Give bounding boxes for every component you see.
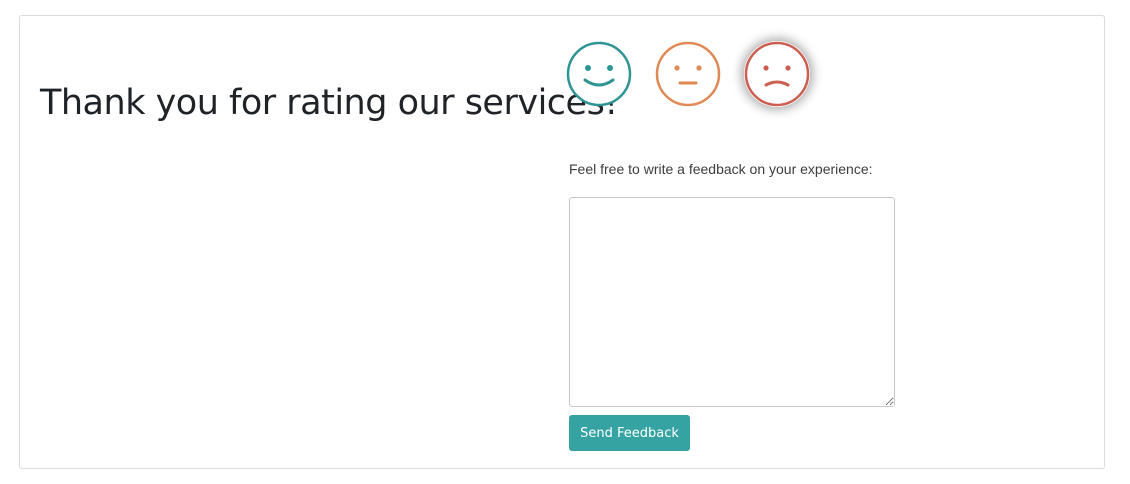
happy-face-icon xyxy=(566,41,632,107)
rating-neutral-button[interactable] xyxy=(655,41,721,107)
rating-sad-button[interactable] xyxy=(744,41,810,107)
feedback-textarea[interactable] xyxy=(569,197,895,407)
send-feedback-button[interactable]: Send Feedback xyxy=(569,415,690,451)
feedback-prompt: Feel free to write a feedback on your ex… xyxy=(569,161,873,177)
page-title: Thank you for rating our services! xyxy=(40,83,618,123)
neutral-face-icon xyxy=(655,41,721,107)
sad-face-icon xyxy=(744,41,810,107)
rating-happy-button[interactable] xyxy=(566,41,632,107)
